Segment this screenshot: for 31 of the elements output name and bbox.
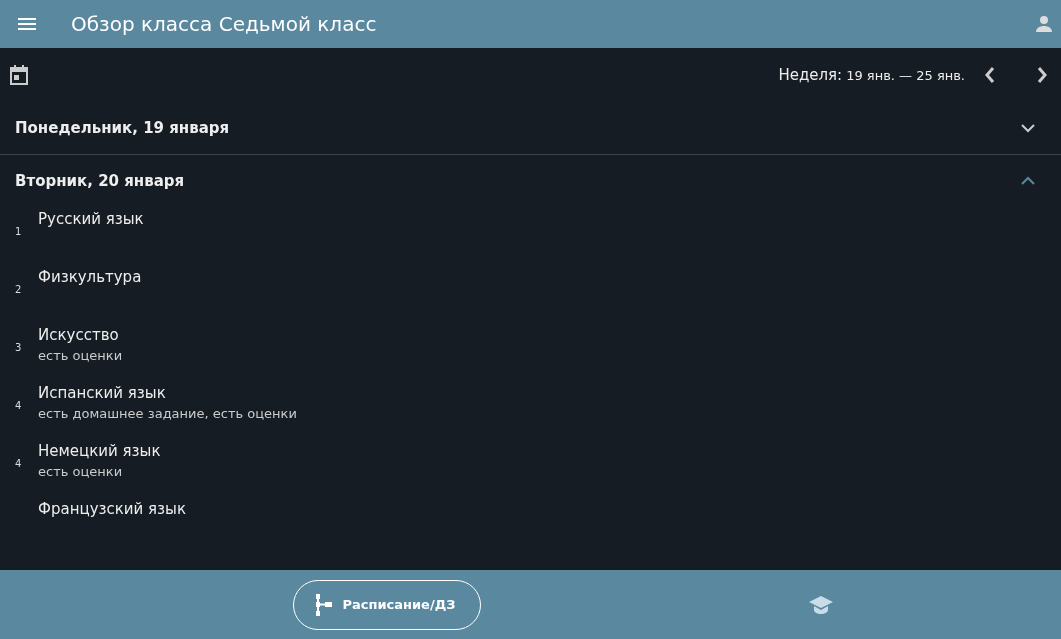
lesson-name[interactable]: Русский язык xyxy=(38,210,144,228)
previous-week-icon[interactable] xyxy=(985,67,995,83)
next-week-icon[interactable] xyxy=(1037,67,1047,83)
page-title: Обзор класса Седьмой класс xyxy=(71,12,378,36)
hierarchy-icon xyxy=(314,593,333,616)
lesson-number: 2 xyxy=(14,283,23,297)
graduation-cap-icon xyxy=(808,595,833,614)
lesson-name[interactable]: Французский язык xyxy=(38,500,186,518)
lesson-number: 4 xyxy=(14,457,23,471)
day-header[interactable]: Вторник, 20 января xyxy=(0,154,1061,206)
lesson-status: есть домашнее задание, есть оценки xyxy=(38,406,297,421)
lesson-name[interactable]: Искусство xyxy=(38,326,123,344)
chevron-icon[interactable] xyxy=(1021,175,1035,186)
lesson-number: 3 xyxy=(14,341,23,355)
chevron-icon[interactable] xyxy=(1021,123,1035,133)
week-range: 19 янв. — 25 янв. xyxy=(846,67,965,83)
day-title: Вторник, 20 января xyxy=(15,171,186,190)
lesson-name[interactable]: Испанский язык xyxy=(38,384,297,402)
account-icon[interactable] xyxy=(1036,16,1052,32)
lesson-status: есть оценки xyxy=(38,464,124,479)
lesson-number: 4 xyxy=(14,399,23,413)
calendar-icon[interactable] xyxy=(10,65,28,85)
day-header[interactable]: Понедельник, 19 января xyxy=(0,102,1061,154)
lesson-number: 1 xyxy=(14,225,23,239)
schedule-tab[interactable]: Расписание/ДЗ xyxy=(293,579,481,630)
week-label: Неделя: xyxy=(778,66,843,84)
lesson-name[interactable]: Физкультура xyxy=(38,268,142,286)
day-title: Понедельник, 19 января xyxy=(15,119,231,137)
menu-icon[interactable] xyxy=(18,18,36,30)
lesson-name[interactable]: Немецкий язык xyxy=(38,442,161,460)
lesson-status: есть оценки xyxy=(38,348,123,363)
